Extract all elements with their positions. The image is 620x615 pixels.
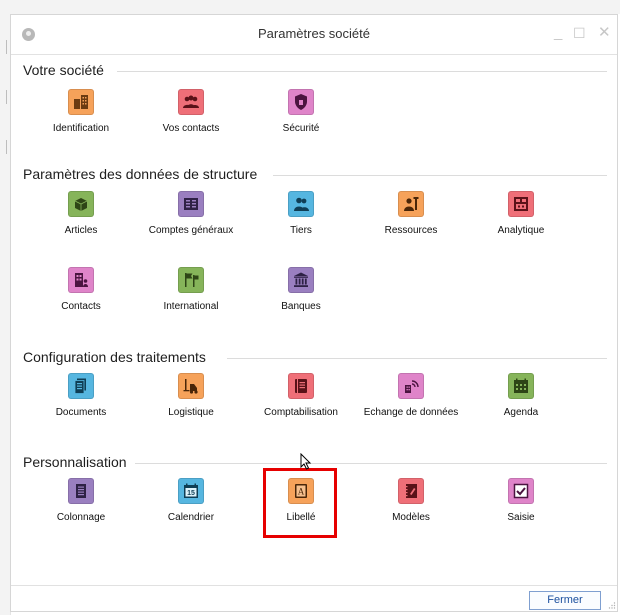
tile-documents[interactable]: Documents: [31, 373, 131, 418]
section-title-traitements: Configuration des traitements: [23, 349, 206, 365]
background-tick: [6, 40, 7, 54]
tile-label: Echange de données: [363, 407, 459, 418]
tile-tiers[interactable]: Tiers: [251, 191, 351, 236]
tile-vos-contacts[interactable]: Vos contacts: [141, 89, 241, 134]
footer-divider: [11, 585, 617, 586]
resize-grip-icon[interactable]: [608, 601, 616, 609]
tile-label: Articles: [64, 225, 98, 236]
forklift-icon: [178, 373, 204, 399]
tile-saisie[interactable]: Saisie: [471, 478, 571, 523]
maximize-button[interactable]: ☐: [573, 24, 586, 42]
tile-articles[interactable]: Articles: [31, 191, 131, 236]
tile-label: Modèles: [392, 512, 430, 523]
background-tick: [6, 90, 7, 104]
tile-label: Calendrier: [167, 512, 215, 523]
window-title: Paramètres société: [258, 26, 370, 41]
tile-label: Analytique: [497, 225, 545, 236]
book-icon: [288, 373, 314, 399]
calendar-day-number: 15: [187, 490, 195, 497]
tile-echange-de-donnees[interactable]: Echange de données: [361, 373, 461, 418]
selection-highlight: [263, 468, 337, 538]
org-chart-icon: [508, 191, 534, 217]
mouse-cursor-icon: [300, 453, 312, 470]
close-window-button[interactable]: ✕: [598, 24, 611, 42]
data-exchange-icon: [398, 373, 424, 399]
tile-comptes-generaux[interactable]: Comptes généraux: [141, 191, 241, 236]
tile-label: Comptes généraux: [148, 225, 234, 236]
calendar-icon: 15: [178, 478, 204, 504]
tile-label: Agenda: [503, 407, 539, 418]
background-top-strip: [10, 0, 620, 14]
notebook-icon: [398, 478, 424, 504]
fermer-button[interactable]: Fermer: [529, 591, 601, 610]
tile-ressources[interactable]: Ressources: [361, 191, 461, 236]
settings-dialog: Paramètres société _ ☐ ✕ Votre société I…: [10, 14, 618, 612]
tile-modeles[interactable]: Modèles: [361, 478, 461, 523]
title-bar: Paramètres société _ ☐ ✕: [11, 15, 617, 55]
tile-label: Identification: [52, 123, 110, 134]
section-title-structure: Paramètres des données de structure: [23, 166, 258, 182]
tile-contacts[interactable]: Contacts: [31, 267, 131, 312]
cube-icon: [68, 191, 94, 217]
worker-icon: [398, 191, 424, 217]
tile-label: Ressources: [384, 225, 438, 236]
tile-label: Colonnage: [56, 512, 106, 523]
tile-label: Comptabilisation: [264, 407, 338, 418]
tile-label: Sécurité: [282, 123, 320, 134]
tile-label: International: [163, 301, 219, 312]
section-divider: [227, 358, 607, 359]
tile-banques[interactable]: Banques: [251, 267, 351, 312]
section-divider: [273, 175, 607, 176]
building-icon: [68, 89, 94, 115]
tile-label: Vos contacts: [162, 123, 220, 134]
tile-international[interactable]: International: [141, 267, 241, 312]
section-divider: [135, 463, 607, 464]
tile-label: Contacts: [61, 301, 101, 312]
section-title-personnalisation: Personnalisation: [23, 454, 127, 470]
tile-calendrier[interactable]: 15 Calendrier: [141, 478, 241, 523]
contacts-group-icon: [178, 89, 204, 115]
columns-icon: [68, 478, 94, 504]
ledger-icon: [178, 191, 204, 217]
tile-agenda[interactable]: Agenda: [471, 373, 571, 418]
calendar-grid-icon: [508, 373, 534, 399]
tile-label: Saisie: [507, 512, 535, 523]
bank-icon: [288, 267, 314, 293]
tile-label: Banques: [281, 301, 321, 312]
section-title-votre-societe: Votre société: [23, 62, 104, 78]
tile-identification[interactable]: Identification: [31, 89, 131, 134]
checkbox-icon: [508, 478, 534, 504]
flags-icon: [178, 267, 204, 293]
minimize-button[interactable]: _: [554, 24, 562, 42]
tile-analytique[interactable]: Analytique: [471, 191, 571, 236]
section-divider: [117, 71, 607, 72]
tile-securite[interactable]: Sécurité: [251, 89, 351, 134]
tile-colonnage[interactable]: Colonnage: [31, 478, 131, 523]
document-icon: [68, 373, 94, 399]
shield-icon: [288, 89, 314, 115]
background-tick: [6, 140, 7, 154]
tile-logistique[interactable]: Logistique: [141, 373, 241, 418]
contact-card-icon: [68, 267, 94, 293]
people-icon: [288, 191, 314, 217]
tile-comptabilisation[interactable]: Comptabilisation: [251, 373, 351, 418]
tile-label: Logistique: [168, 407, 214, 418]
tile-label: Documents: [55, 407, 107, 418]
tile-label: Tiers: [290, 225, 312, 236]
